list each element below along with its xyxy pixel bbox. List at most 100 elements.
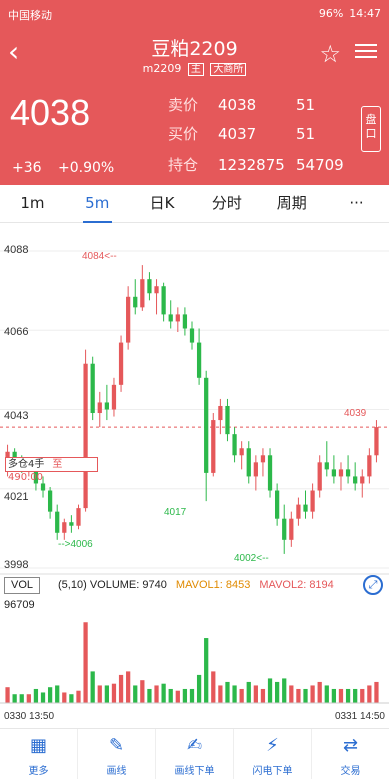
candle-body <box>246 448 251 477</box>
volume-bar <box>161 683 166 703</box>
candle-body <box>289 518 294 540</box>
main-contract-badge: 主 <box>187 63 204 76</box>
volume-bar <box>154 685 159 703</box>
volume-bar <box>239 688 244 703</box>
header: ‹ 豆粕2209 m2209 主 大商所 ☆ <box>0 28 389 84</box>
volume-bar <box>267 678 273 703</box>
candle-body <box>239 448 244 456</box>
volume-bar <box>189 688 195 703</box>
volume-bar <box>331 688 337 703</box>
y-label: 4066 <box>4 326 29 338</box>
volume-bar <box>97 685 102 703</box>
volume-bar <box>62 692 67 703</box>
more-button[interactable]: ▦ 更多 <box>0 729 78 779</box>
volume-bar <box>317 681 322 703</box>
oi-row: 持仓 1232875 54709 <box>168 154 344 175</box>
candle-body <box>161 286 166 315</box>
volume-bar <box>69 694 74 703</box>
candle-body <box>140 279 145 308</box>
candle-body <box>260 455 266 463</box>
candle-body <box>55 511 60 533</box>
volume-bar <box>168 688 173 703</box>
candle-body <box>296 504 301 519</box>
carrier-label: 中国移动 <box>8 9 52 22</box>
candle-body <box>253 462 258 477</box>
draw-button[interactable]: ✎ 画线 <box>78 729 156 779</box>
vol-indicator-button[interactable]: VOL <box>4 577 41 594</box>
position-box[interactable]: 多仓4手 至490.00 <box>5 457 98 483</box>
tab-5m[interactable]: 5m <box>65 185 130 223</box>
candle-body <box>133 296 138 308</box>
candle-body <box>196 342 202 378</box>
volume-bar <box>126 671 131 703</box>
candle-body <box>126 296 131 343</box>
lightning-icon: ⚡ <box>266 735 279 756</box>
volume-bar <box>90 671 95 703</box>
time-start-label: 0330 13:50 <box>4 711 55 722</box>
volume-bar <box>76 690 81 703</box>
volume-bar <box>296 688 301 703</box>
volume-bar <box>232 685 237 703</box>
volume-bar <box>225 681 230 703</box>
open-interest: 1232875 <box>218 156 285 174</box>
favorite-star-icon[interactable]: ☆ <box>319 40 341 68</box>
tab-1m[interactable]: 1m <box>0 185 65 222</box>
kline-svg <box>0 250 389 704</box>
candle-body <box>104 402 109 410</box>
candle-body <box>211 420 216 473</box>
volume-bar <box>353 688 358 703</box>
oi-change: 54709 <box>296 156 344 174</box>
candle-body <box>360 476 365 484</box>
candle-body <box>175 314 180 322</box>
mavol1-value: MAVOL1: 8453 <box>175 579 251 591</box>
last-price: 4038 <box>10 92 91 133</box>
kline-chart[interactable]: 4088 4066 4043 4021 3998 4084<-- -->4006… <box>0 223 389 725</box>
volume-bar <box>345 688 351 703</box>
time-end-label: 0331 14:50 <box>334 711 385 722</box>
candle-body <box>111 384 117 410</box>
tab-timeshare[interactable]: 分时 <box>194 185 259 222</box>
volume-bar <box>118 674 124 703</box>
candle-body <box>147 279 152 294</box>
more-tabs-icon[interactable]: ··· <box>324 185 389 222</box>
position-text: 多仓4手 <box>8 459 45 470</box>
candle-body <box>267 455 273 491</box>
status-right: 96% 14:47 <box>319 7 381 20</box>
volume-bar <box>246 681 251 703</box>
candle-body <box>232 434 237 456</box>
candle-body <box>275 490 280 519</box>
status-bar: 中国移动 96% 14:47 <box>0 0 389 28</box>
volume-bar <box>104 685 109 703</box>
volume-bar <box>196 674 202 703</box>
trade-label: 交易 <box>340 766 361 777</box>
mid-marker: 4017 <box>164 507 187 518</box>
flash-order-button[interactable]: ⚡ 闪电下单 <box>234 729 312 779</box>
exchange-icon: ⇄ <box>342 735 359 756</box>
tab-period[interactable]: 周期 <box>259 185 324 222</box>
volume-bar <box>12 694 17 703</box>
candle-body <box>367 455 372 477</box>
order-book-button[interactable]: 盘口 <box>361 106 381 152</box>
candle-body <box>303 504 308 512</box>
tab-daily-k[interactable]: 日K <box>130 185 195 222</box>
volume-bar <box>40 692 46 703</box>
y-label: 4043 <box>4 410 29 422</box>
vol-params: (5,10) <box>58 579 87 591</box>
high-marker: 4084<-- <box>82 251 117 262</box>
candle-body <box>331 469 337 477</box>
menu-icon[interactable] <box>355 40 377 62</box>
draw-order-button[interactable]: ✍ 画线下单 <box>156 729 234 779</box>
candle-body <box>317 462 322 491</box>
volume-bar <box>175 690 180 703</box>
volume-bar <box>33 688 39 703</box>
pen-icon: ✎ <box>108 735 125 756</box>
volume-bar <box>338 688 344 703</box>
buy-label: 买价 <box>168 125 199 143</box>
flash-order-label: 闪电下单 <box>252 766 293 777</box>
volume-bar <box>374 681 379 703</box>
grid-icon: ▦ <box>29 735 47 756</box>
fullscreen-icon[interactable]: ⤢ <box>363 575 383 595</box>
trade-button[interactable]: ⇄ 交易 <box>312 729 389 779</box>
candle-body <box>76 508 81 526</box>
volume-indicator-bar: VOL (5,10) VOLUME: 9740 MAVOL1: 8453 MAV… <box>0 575 389 597</box>
